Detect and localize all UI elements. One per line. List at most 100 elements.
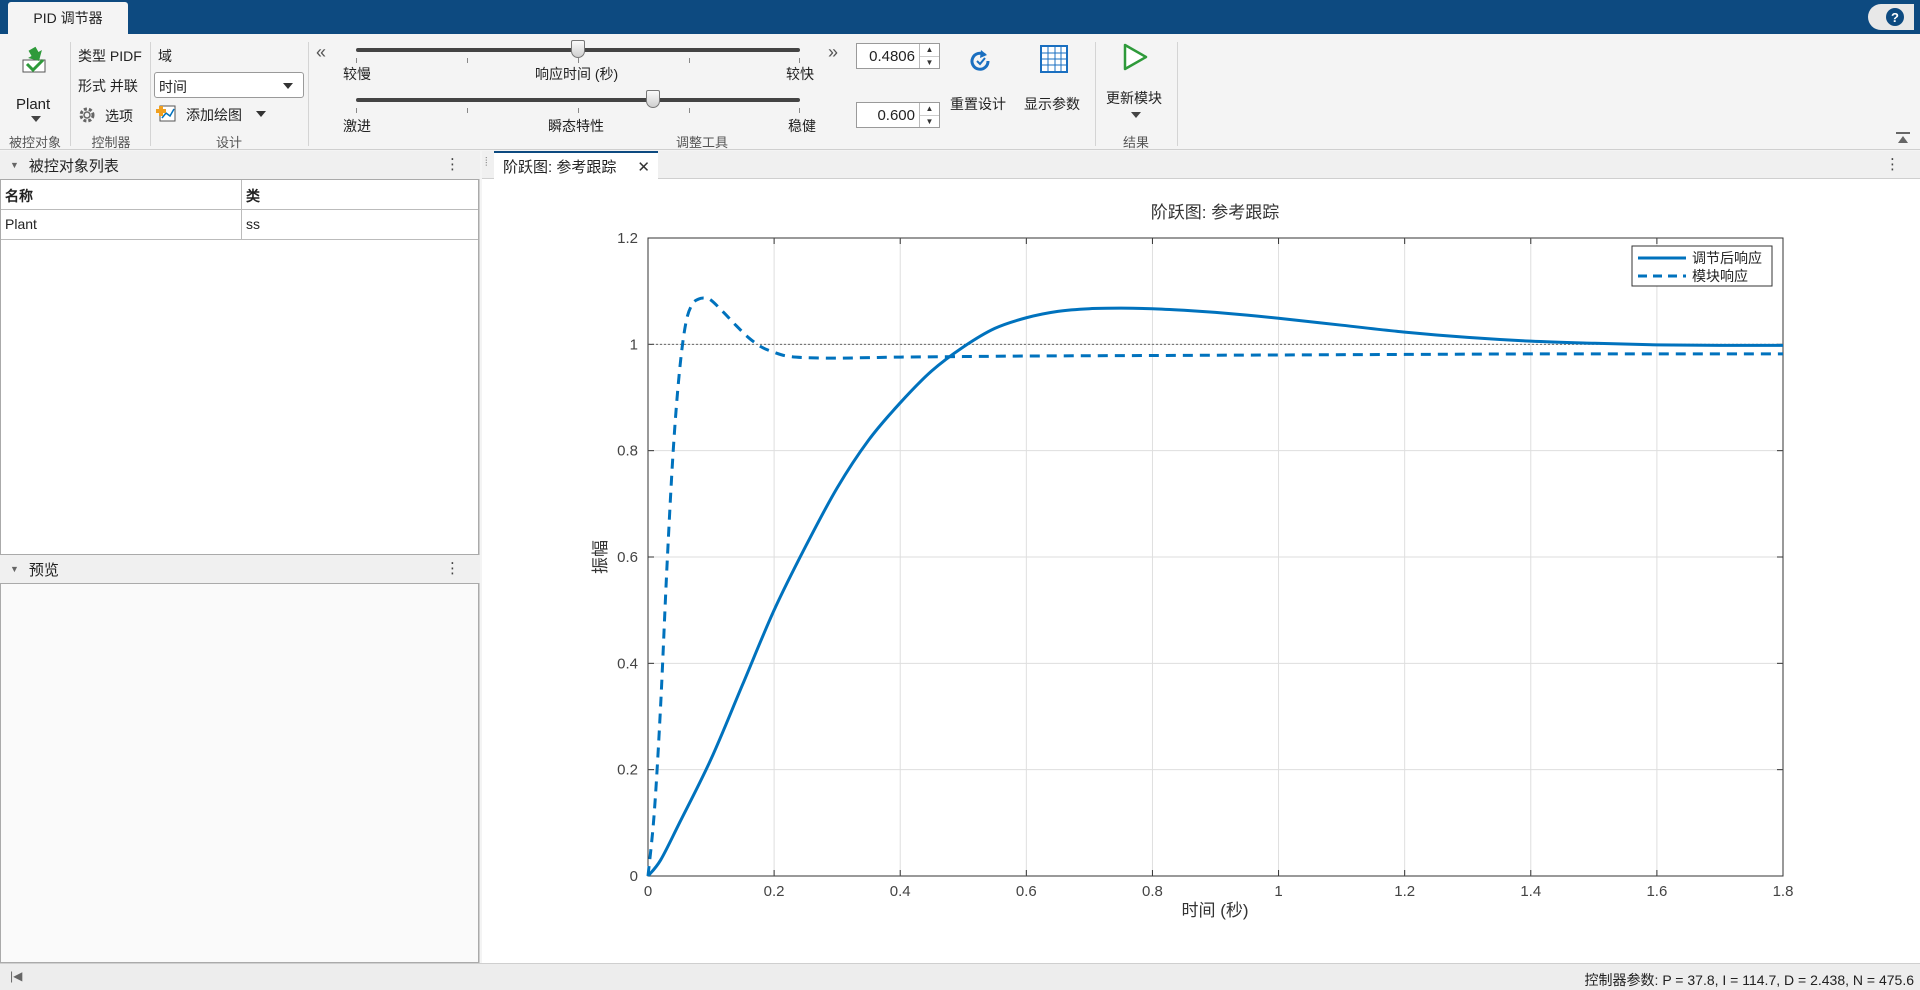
- status-bar: |◀ 控制器参数: P = 37.8, I = 114.7, D = 2.438…: [0, 963, 1920, 990]
- legend-item-block: 模块响应: [1692, 268, 1748, 284]
- controller-form[interactable]: 形式 并联: [78, 76, 138, 96]
- slider-tick: [356, 108, 357, 113]
- chevron-left-icon[interactable]: «: [316, 42, 326, 63]
- table-cell: ss: [246, 216, 260, 232]
- help-icon: ?: [1886, 8, 1904, 26]
- x-tick-label: 1.6: [1646, 883, 1667, 900]
- legend-item-tuned: 调节后响应: [1692, 250, 1762, 266]
- more-options-icon[interactable]: ⋮: [445, 559, 460, 577]
- y-tick-label: 0.8: [617, 443, 638, 460]
- tab-step-plot-label: 阶跃图: 参考跟踪: [503, 159, 617, 176]
- left-panel: ▼ 被控对象列表 ⋮ 名称 类 Plant ss ▼ 预览 ⋮: [0, 151, 480, 963]
- document-area: ⦙ 阶跃图: 参考跟踪 ✕ ⋮ 阶跃图: 参考跟踪 0 0.2 0.4 0.6 0.8 1…: [482, 151, 1920, 963]
- y-tick-label: 0: [630, 868, 638, 885]
- plant-table: 名称 类 Plant ss: [0, 179, 479, 555]
- x-tick-label: 0.4: [890, 883, 911, 900]
- title-bar: PID 调节器 ?: [0, 0, 1920, 34]
- slider-tick: [689, 108, 690, 113]
- help-button[interactable]: ?: [1868, 4, 1914, 30]
- reset-design-button[interactable]: 重置设计: [946, 42, 1014, 122]
- section-tuning-tools: 调整工具: [675, 135, 728, 150]
- section-design: 设计: [215, 135, 242, 150]
- divider: [1177, 42, 1178, 146]
- controller-parameters-status: 控制器参数: P = 37.8, I = 114.7, D = 2.438, N…: [1584, 972, 1914, 988]
- table-header: 名称 类: [1, 180, 478, 210]
- divider: [70, 42, 71, 146]
- response-time-spinner[interactable]: 0.4806 ▲ ▼: [856, 43, 940, 69]
- table-cell: Plant: [1, 210, 242, 239]
- transient-behavior-value: 0.600: [877, 106, 915, 124]
- column-class-header[interactable]: 类: [242, 180, 264, 209]
- x-tick-label: 0.2: [764, 883, 785, 900]
- slider-tick: [356, 58, 357, 63]
- collapse-toolstrip-icon[interactable]: [1896, 132, 1910, 144]
- x-tick-label: 1.2: [1394, 883, 1415, 900]
- divider: [150, 42, 151, 146]
- update-block-button[interactable]: 更新模块: [1100, 38, 1172, 128]
- toolstrip: Plant 被控对象 类型 PIDF 形式 并联 选项 控制器 域 时间 添加绘…: [0, 34, 1920, 150]
- spinner-down-icon[interactable]: ▼: [920, 114, 939, 128]
- preview-title: 预览: [28, 561, 59, 579]
- step-plot[interactable]: 阶跃图: 参考跟踪 0 0.2 0.4 0.6 0.8 1 1.2 1.4 1.6 1.8 0 0.2…: [482, 180, 1920, 963]
- slider-tick: [578, 58, 579, 63]
- show-parameters-button[interactable]: 显示参数: [1020, 42, 1088, 122]
- options-label: 选项: [105, 108, 133, 124]
- transient-behavior-slider[interactable]: [356, 98, 800, 102]
- y-tick-label: 0.2: [617, 762, 638, 779]
- slider-tick: [467, 58, 468, 63]
- chevron-right-icon[interactable]: »: [828, 42, 838, 63]
- reset-design-label: 重置设计: [950, 96, 1006, 112]
- y-tick-label: 0.4: [617, 655, 638, 672]
- document-tab-bar: ⦙ 阶跃图: 参考跟踪 ✕ ⋮: [482, 151, 1920, 180]
- x-tick-label: 1.8: [1773, 883, 1794, 900]
- slider-slow-label: 较慢: [343, 66, 371, 82]
- domain-dropdown[interactable]: 时间: [154, 72, 304, 98]
- plant-icon: [22, 46, 46, 73]
- spinner-up-icon[interactable]: ▲: [920, 44, 939, 56]
- section-controller: 控制器: [91, 135, 131, 150]
- slider-fast-label: 较快: [786, 66, 814, 82]
- preview-header[interactable]: ▼ 预览 ⋮: [0, 555, 480, 583]
- table-row[interactable]: Plant ss: [1, 210, 478, 240]
- transient-behavior-spinner[interactable]: 0.600 ▲ ▼: [856, 102, 940, 128]
- more-options-icon[interactable]: ⋮: [1885, 155, 1900, 173]
- divider: [1095, 42, 1096, 146]
- chevron-down-icon: [283, 83, 293, 89]
- update-block-label: 更新模块: [1106, 90, 1162, 106]
- collapse-triangle-icon[interactable]: ▼: [10, 160, 19, 170]
- more-options-icon[interactable]: ⋮: [445, 155, 460, 173]
- tab-pid-tuner[interactable]: PID 调节器: [8, 2, 128, 34]
- table-icon: [1040, 45, 1068, 73]
- preview-area: [0, 583, 479, 963]
- y-axis-label: 振幅: [591, 540, 610, 574]
- transient-behavior-slider-thumb[interactable]: [646, 90, 661, 108]
- x-tick-label: 0.8: [1142, 883, 1163, 900]
- plant-list-header[interactable]: ▼ 被控对象列表 ⋮: [0, 151, 480, 179]
- plant-button[interactable]: Plant: [10, 44, 60, 126]
- chevron-down-icon: [256, 111, 266, 117]
- add-plot-label: 添加绘图: [186, 107, 242, 123]
- response-time-slider-thumb[interactable]: [571, 40, 585, 58]
- tab-grip-icon[interactable]: ⦙: [485, 155, 488, 170]
- spinner-up-icon[interactable]: ▲: [920, 103, 939, 115]
- legend[interactable]: 调节后响应 模块响应: [1631, 245, 1773, 287]
- spinner-down-icon[interactable]: ▼: [920, 55, 939, 69]
- x-tick-label: 0: [644, 883, 652, 900]
- add-plot-button[interactable]: 添加绘图: [156, 102, 276, 126]
- x-tick-label: 1: [1274, 883, 1282, 900]
- section-results: 结果: [1122, 135, 1149, 150]
- collapse-triangle-icon[interactable]: ▼: [10, 564, 19, 574]
- y-tick-label: 1: [630, 336, 638, 353]
- column-name-header[interactable]: 名称: [1, 180, 242, 209]
- collapse-panel-icon[interactable]: |◀: [10, 969, 22, 983]
- divider: [308, 42, 309, 146]
- response-time-value: 0.4806: [869, 47, 915, 65]
- reset-icon: [970, 50, 990, 71]
- domain-value: 时间: [159, 79, 187, 95]
- tab-step-plot[interactable]: 阶跃图: 参考跟踪 ✕: [494, 151, 658, 180]
- close-icon[interactable]: ✕: [637, 158, 650, 176]
- controller-type[interactable]: 类型 PIDF: [78, 46, 142, 66]
- options-button[interactable]: 选项: [78, 104, 144, 126]
- y-tick-label: 1.2: [617, 230, 638, 247]
- x-tick-label: 1.4: [1520, 883, 1541, 900]
